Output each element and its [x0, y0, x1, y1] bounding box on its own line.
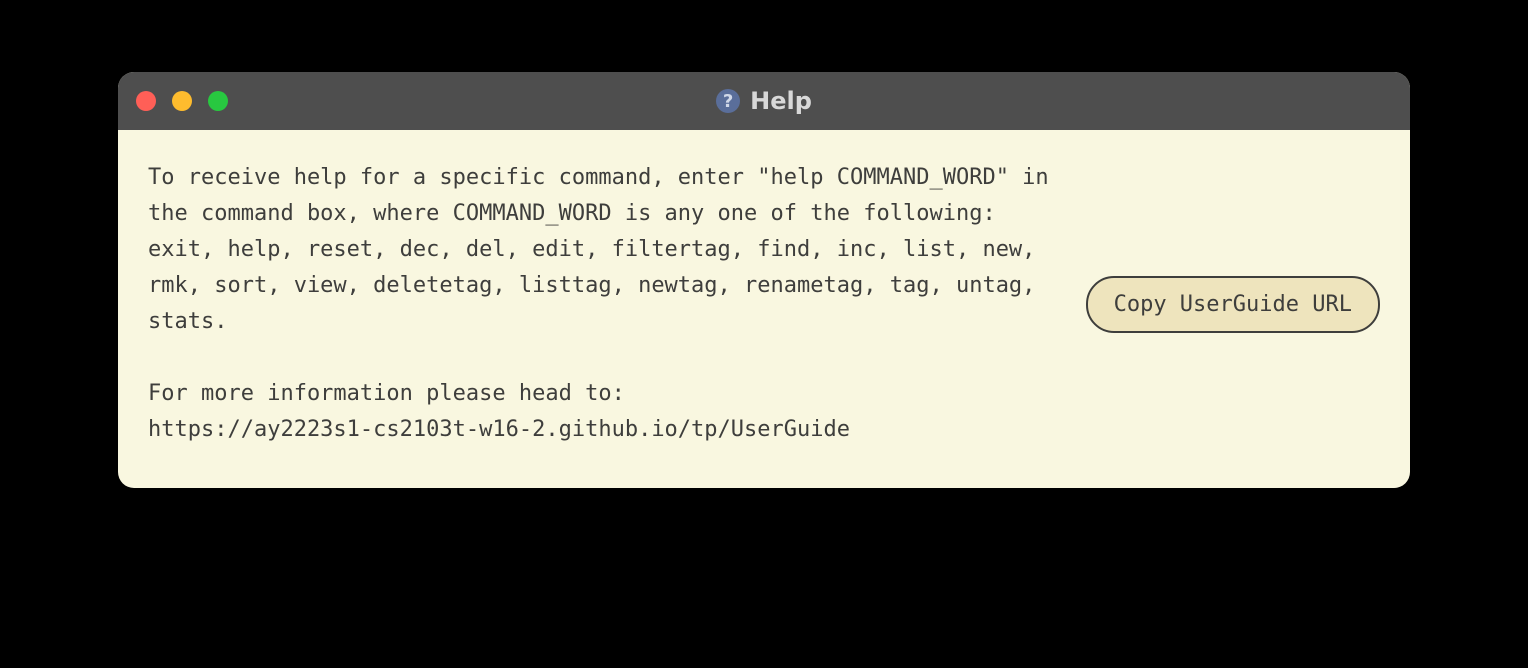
close-window-button[interactable]: [136, 91, 156, 111]
titlebar[interactable]: ? Help: [118, 72, 1410, 130]
help-text-body: To receive help for a specific command, …: [148, 160, 1056, 448]
window-title: Help: [750, 87, 812, 115]
help-icon: ?: [716, 89, 740, 113]
minimize-window-button[interactable]: [172, 91, 192, 111]
traffic-lights: [136, 91, 228, 111]
copy-userguide-url-button[interactable]: Copy UserGuide URL: [1086, 276, 1380, 333]
title-center: ? Help: [118, 87, 1410, 115]
zoom-window-button[interactable]: [208, 91, 228, 111]
help-window: ? Help To receive help for a specific co…: [118, 72, 1410, 488]
window-content: To receive help for a specific command, …: [118, 130, 1410, 488]
